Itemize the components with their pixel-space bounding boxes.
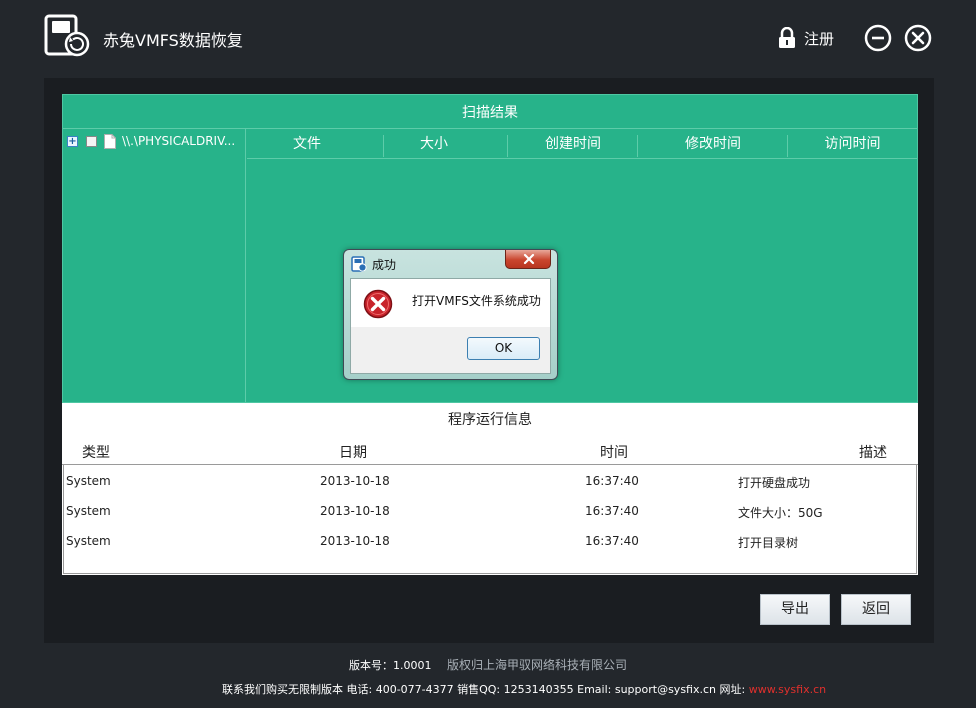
directory-tree[interactable]: + \\.\PHYSICALDRIV...	[63, 129, 246, 402]
app-logo-icon	[44, 14, 90, 57]
file-list-header: 文件 大小 创建时间 修改时间 访问时间	[247, 129, 917, 159]
tree-checkbox[interactable]	[86, 135, 97, 147]
log-cell-description: 打开目录树	[738, 536, 799, 550]
footer-version-line: 版本号：1.0001 版权归上海甲驭网络科技有限公司	[0, 656, 976, 673]
log-cell-type: System	[66, 504, 111, 518]
log-cell-time: 16:37:40	[585, 534, 639, 548]
lock-icon	[779, 27, 795, 48]
column-header-modified[interactable]: 修改时间	[638, 129, 788, 159]
copyright-label: 版权归上海甲驭网络科技有限公司	[446, 658, 627, 672]
column-header-file[interactable]: 文件	[247, 129, 367, 159]
log-cell-time: 16:37:40	[585, 504, 639, 518]
footer-contact-line: 联系我们购买无限制版本 电话: 400-077-4377 销售QQ: 12531…	[222, 681, 826, 697]
app-window-icon	[351, 256, 367, 272]
dialog-body: 打开VMFS文件系统成功 OK	[350, 278, 551, 374]
error-icon	[363, 289, 393, 319]
dialog-close-button[interactable]	[505, 250, 551, 269]
column-header-created[interactable]: 创建时间	[508, 129, 638, 159]
log-row[interactable]: System 2013-10-18 16:37:40 文件大小：50G	[64, 495, 918, 525]
run-info-title: 程序运行信息	[448, 412, 532, 428]
column-header-accessed[interactable]: 访问时间	[788, 129, 917, 159]
tree-node-label: \\.\PHYSICALDRIV...	[122, 134, 236, 148]
log-cell-time: 16:37:40	[585, 474, 639, 488]
success-dialog: 成功 打开VMFS文件系统成功 OK	[343, 249, 558, 380]
file-icon	[104, 133, 116, 149]
dialog-message: 打开VMFS文件系统成功	[412, 294, 541, 308]
log-cell-date: 2013-10-18	[320, 504, 390, 518]
ok-button[interactable]: OK	[467, 337, 540, 360]
dialog-message-area: 打开VMFS文件系统成功	[351, 279, 550, 327]
title-bar: 赤兔VMFS数据恢复 注册	[0, 0, 976, 78]
register-button[interactable]: 注册	[778, 26, 834, 50]
log-cell-date: 2013-10-18	[320, 474, 390, 488]
log-cell-description: 文件大小：50G	[738, 506, 823, 520]
log-row[interactable]: System 2013-10-18 16:37:40 打开硬盘成功	[64, 465, 918, 495]
close-window-button[interactable]	[904, 24, 932, 52]
log-column-date[interactable]: 日期	[339, 442, 367, 462]
expand-icon[interactable]: +	[67, 135, 78, 147]
scan-results-header: 扫描结果	[63, 95, 917, 129]
log-cell-date: 2013-10-18	[320, 534, 390, 548]
column-header-size[interactable]: 大小	[384, 129, 484, 159]
version-label: 版本号：1.0001	[348, 659, 432, 672]
app-title: 赤兔VMFS数据恢复	[103, 31, 243, 50]
close-icon	[523, 253, 535, 265]
log-column-type[interactable]: 类型	[82, 442, 110, 462]
log-column-description[interactable]: 描述	[859, 442, 887, 462]
export-button[interactable]: 导出	[760, 594, 830, 625]
log-column-time[interactable]: 时间	[600, 442, 628, 462]
log-cell-type: System	[66, 534, 111, 548]
tree-node-physical-drive[interactable]: + \\.\PHYSICALDRIV...	[67, 133, 235, 149]
run-info-panel: 程序运行信息 类型 日期 时间 描述 System 2013-10-18 16:…	[62, 403, 918, 575]
log-cell-description: 打开硬盘成功	[738, 476, 811, 490]
register-label: 注册	[804, 29, 835, 48]
log-cell-type: System	[66, 474, 111, 488]
log-table-body: System 2013-10-18 16:37:40 打开硬盘成功 System…	[63, 465, 917, 574]
website-link[interactable]: www.sysfix.cn	[749, 683, 826, 696]
log-table-header: 类型 日期 时间 描述	[62, 437, 918, 465]
dialog-title: 成功	[372, 258, 397, 272]
back-button[interactable]: 返回	[841, 594, 911, 625]
contact-info: 联系我们购买无限制版本 电话: 400-077-4377 销售QQ: 12531…	[222, 683, 746, 696]
minimize-button[interactable]	[864, 24, 892, 52]
log-row[interactable]: System 2013-10-18 16:37:40 打开目录树	[64, 525, 918, 555]
